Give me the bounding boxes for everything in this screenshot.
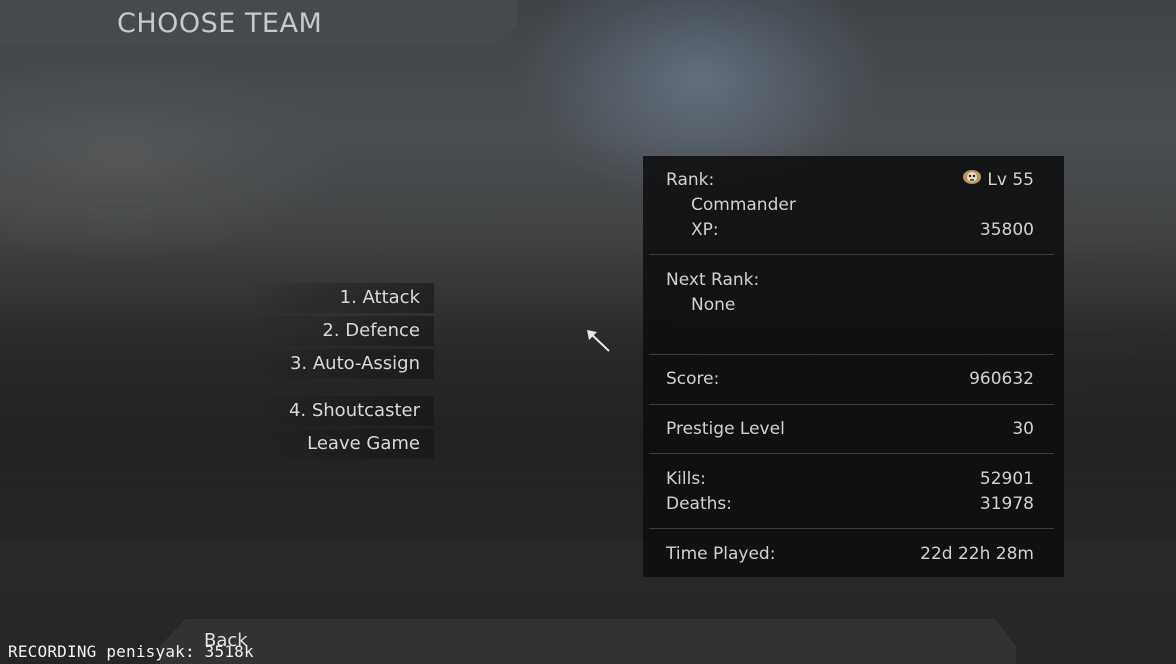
kills-label: Kills: (666, 469, 706, 489)
next-rank-label: Next Rank: (666, 270, 760, 290)
player-stats-panel: Rank: Lv 55 Commander XP: 35800 Next Ran… (643, 156, 1064, 577)
skull-rank-badge-icon (963, 170, 981, 184)
prestige-value: 30 (1012, 419, 1034, 439)
divider (649, 528, 1054, 529)
rank-name-row: Commander (666, 193, 1034, 218)
score-label: Score: (666, 369, 720, 389)
menu-item-attack[interactable]: 1. Attack (250, 283, 434, 313)
next-rank-value: None (691, 295, 736, 315)
next-rank-row: Next Rank: (666, 268, 1034, 293)
xp-label: XP: (691, 220, 719, 240)
rank-label: Rank: (666, 170, 715, 190)
next-rank-value-row: None (666, 293, 1034, 318)
mouse-cursor-icon (587, 330, 610, 352)
menu-item-auto-assign[interactable]: 3. Auto-Assign (250, 349, 434, 379)
divider (649, 354, 1054, 355)
prestige-label: Prestige Level (666, 419, 785, 439)
time-played-row: Time Played: 22d 22h 28m (666, 542, 1034, 567)
deaths-label: Deaths: (666, 494, 732, 514)
deaths-row: Deaths: 31978 (666, 492, 1034, 517)
kills-row: Kills: 52901 (666, 467, 1034, 492)
menu-item-defence[interactable]: 2. Defence (250, 316, 434, 346)
rank-row: Rank: Lv 55 (666, 168, 1034, 193)
divider (649, 254, 1054, 255)
rank-name: Commander (691, 195, 796, 215)
menu-item-shoutcaster[interactable]: 4. Shoutcaster (250, 396, 434, 426)
deaths-value: 31978 (979, 494, 1034, 514)
prestige-row: Prestige Level 30 (666, 417, 1034, 442)
divider (649, 453, 1054, 454)
divider (649, 404, 1054, 405)
time-played-label: Time Played: (666, 544, 776, 564)
score-row: Score: 960632 (666, 367, 1034, 392)
page-title: CHOOSE TEAM (117, 8, 323, 39)
xp-row: XP: 35800 (666, 218, 1034, 243)
time-played-value: 22d 22h 28m (920, 544, 1034, 564)
xp-value: 35800 (979, 220, 1034, 240)
kills-value: 52901 (979, 469, 1034, 489)
menu-item-leave-game[interactable]: Leave Game (250, 429, 434, 459)
score-value: 960632 (969, 369, 1034, 389)
footer-bar (160, 619, 1016, 664)
recording-status: RECORDING penisyak: 3518k (8, 642, 254, 661)
rank-level: Lv 55 (987, 170, 1034, 190)
